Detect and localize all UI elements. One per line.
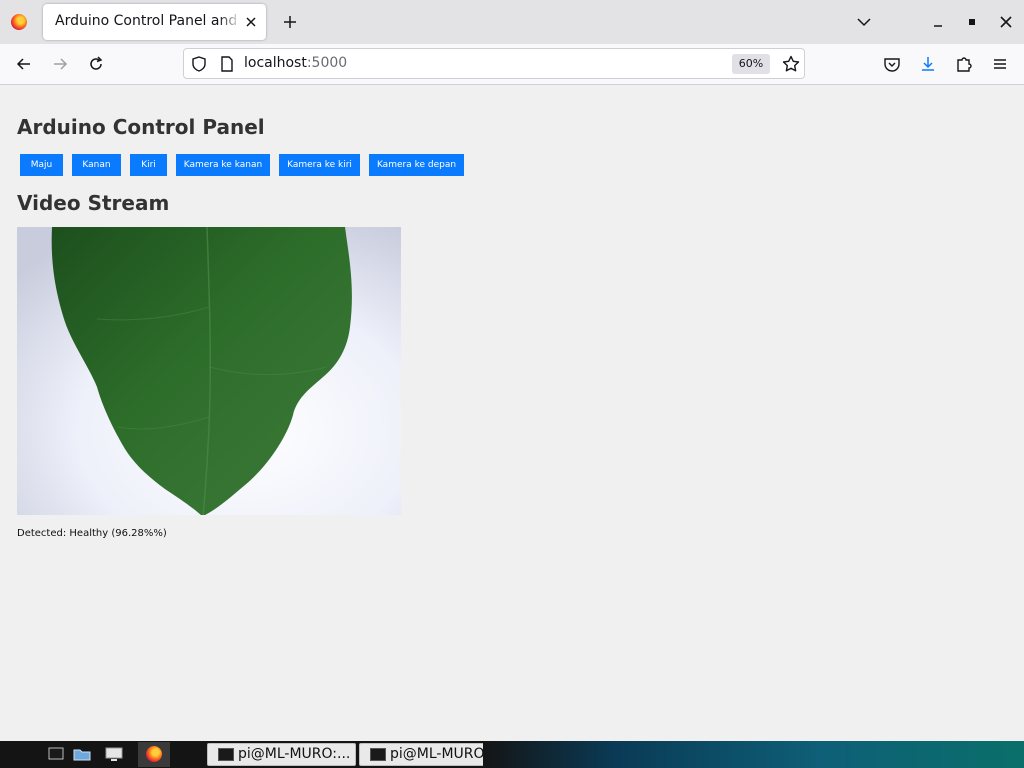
zoom-level-badge[interactable]: 60% <box>732 54 770 74</box>
camera-left-button[interactable]: Kamera ke kiri <box>279 154 360 176</box>
tab-title: Arduino Control Panel and Video Stream <box>55 13 241 29</box>
terminal-icon <box>370 748 386 761</box>
menu-icon[interactable] <box>990 54 1010 74</box>
tab-strip: Arduino Control Panel and Video Stream <box>0 0 1024 44</box>
page-content: Arduino Control Panel Maju Kanan Kiri Ka… <box>0 85 1024 741</box>
maximize-icon[interactable] <box>962 12 982 32</box>
bookmark-star-icon[interactable] <box>781 54 801 74</box>
taskbar-window-item[interactable]: pi@ML-MURO:... <box>207 743 356 766</box>
url-port: :5000 <box>306 55 348 71</box>
camera-right-button[interactable]: Kamera ke kanan <box>176 154 270 176</box>
downloads-icon[interactable] <box>918 54 938 74</box>
url-text[interactable]: localhost:5000 <box>244 55 347 71</box>
extensions-icon[interactable] <box>954 54 974 74</box>
firefox-icon <box>146 746 162 762</box>
taskbar: pi@ML-MURO:... pi@ML-MURO: <box>0 741 1024 768</box>
camera-front-button[interactable]: Kamera ke depan <box>369 154 464 176</box>
close-tab-icon[interactable] <box>243 14 259 30</box>
page-icon[interactable] <box>218 55 236 73</box>
maju-button[interactable]: Maju <box>20 154 63 176</box>
taskbar-window-label: pi@ML-MURO: <box>390 746 483 762</box>
video-stream-image <box>17 227 401 515</box>
detection-status: Detected: Healthy (96.28%%) <box>17 528 167 539</box>
kiri-button[interactable]: Kiri <box>130 154 167 176</box>
taskbar-firefox-launcher[interactable] <box>138 742 170 767</box>
new-tab-icon[interactable] <box>280 12 300 32</box>
back-icon[interactable] <box>14 54 34 74</box>
page-title: Arduino Control Panel <box>17 115 265 139</box>
file-manager-icon[interactable] <box>72 745 92 763</box>
browser-tab[interactable]: Arduino Control Panel and Video Stream <box>43 4 266 40</box>
firefox-icon[interactable] <box>11 14 27 30</box>
taskbar-window-item[interactable]: pi@ML-MURO: <box>359 743 483 766</box>
desktop-icon[interactable] <box>104 745 124 763</box>
tab-list-icon[interactable] <box>854 12 874 32</box>
url-bar[interactable]: localhost:5000 60% <box>183 48 805 79</box>
forward-icon[interactable] <box>50 54 70 74</box>
reload-icon[interactable] <box>86 54 106 74</box>
video-stream-heading: Video Stream <box>17 191 170 215</box>
shield-icon[interactable] <box>190 55 208 73</box>
navigation-toolbar: localhost:5000 60% <box>0 44 1024 85</box>
minimize-icon[interactable] <box>928 12 948 32</box>
kanan-button[interactable]: Kanan <box>72 154 121 176</box>
url-host: localhost <box>244 55 307 71</box>
taskbar-window-label: pi@ML-MURO:... <box>238 746 351 762</box>
pocket-icon[interactable] <box>882 54 902 74</box>
terminal-icon[interactable] <box>46 745 66 763</box>
close-window-icon[interactable] <box>996 12 1016 32</box>
terminal-icon <box>218 748 234 761</box>
